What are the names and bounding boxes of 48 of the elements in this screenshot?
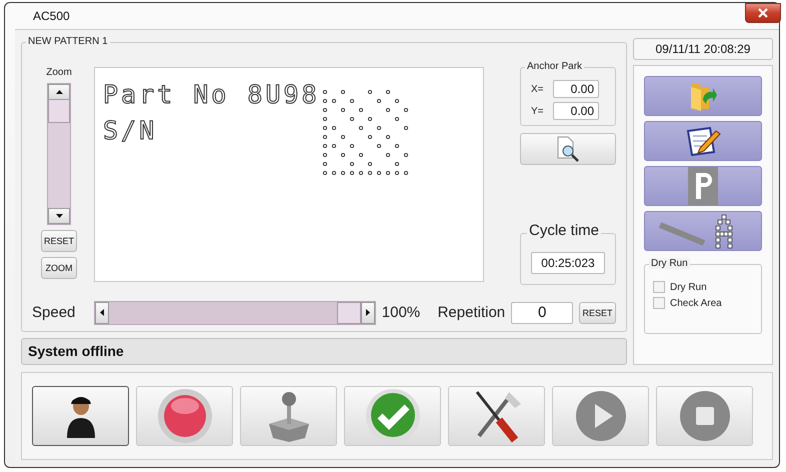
close-icon: [758, 8, 768, 18]
parking-sign-icon: [688, 167, 718, 205]
close-button[interactable]: [745, 3, 781, 23]
side-button[interactable]: [644, 211, 762, 251]
play-icon: [574, 390, 626, 442]
speed-scrollbar[interactable]: [94, 300, 376, 325]
coordinate-field[interactable]: 0.00: [553, 102, 599, 120]
speed-label: Speed: [32, 304, 76, 322]
status-text: System offline: [28, 343, 124, 360]
scroll-up-button[interactable]: [48, 84, 70, 100]
stop-icon: [678, 390, 730, 442]
zoom-label: Zoom: [46, 67, 72, 78]
scroll-down-button[interactable]: [48, 208, 70, 224]
right-arrow-icon: [366, 309, 370, 316]
notepad-pencil-icon: [685, 126, 721, 156]
cycle-time-field[interactable]: 00:25:023: [531, 252, 605, 274]
coordinate-label: X=: [531, 84, 545, 94]
group-title: Anchor Park: [525, 61, 584, 72]
group-title: Cycle time: [527, 223, 602, 240]
scrollbar-thumb[interactable]: [48, 99, 70, 123]
zoom-scrollbar[interactable]: [47, 83, 71, 225]
pattern-text: S/N: [103, 116, 158, 145]
checkbox[interactable]: [653, 281, 665, 293]
repetition-label: Repetition: [438, 304, 506, 322]
speed-reading: 100%: [382, 304, 422, 322]
sphere-icon: [156, 388, 212, 444]
window-title: AC500: [33, 9, 70, 23]
date-time-display: 09/11/11 20:08:29: [633, 38, 773, 60]
group-title: NEW PATTERN 1: [26, 36, 110, 47]
zoom-panel-button[interactable]: RESET: [41, 230, 77, 252]
checkbox[interactable]: [653, 297, 665, 309]
zoom-panel-button[interactable]: ZOOM: [41, 257, 77, 279]
toolbar-button[interactable]: [32, 386, 129, 446]
up-arrow-icon: [56, 90, 62, 94]
checkbox-label: Check Area: [670, 298, 722, 308]
repetition-field[interactable]: 0: [511, 302, 574, 324]
pattern-text: Part No 8U98: [103, 80, 320, 109]
preview-button[interactable]: [520, 133, 616, 165]
coordinate-label: Y=: [531, 106, 545, 116]
checkbox-label: Dry Run: [670, 282, 707, 292]
down-arrow-icon: [56, 214, 62, 218]
document-magnifier-icon: [555, 136, 581, 162]
slider-thumb[interactable]: [336, 302, 361, 324]
left-arrow-icon: [100, 309, 104, 316]
side-button[interactable]: [644, 121, 762, 161]
group-title: Dry Run: [649, 258, 690, 269]
repetition-reset-button[interactable]: RESET: [579, 302, 616, 324]
coordinate-field[interactable]: 0.00: [553, 80, 599, 98]
